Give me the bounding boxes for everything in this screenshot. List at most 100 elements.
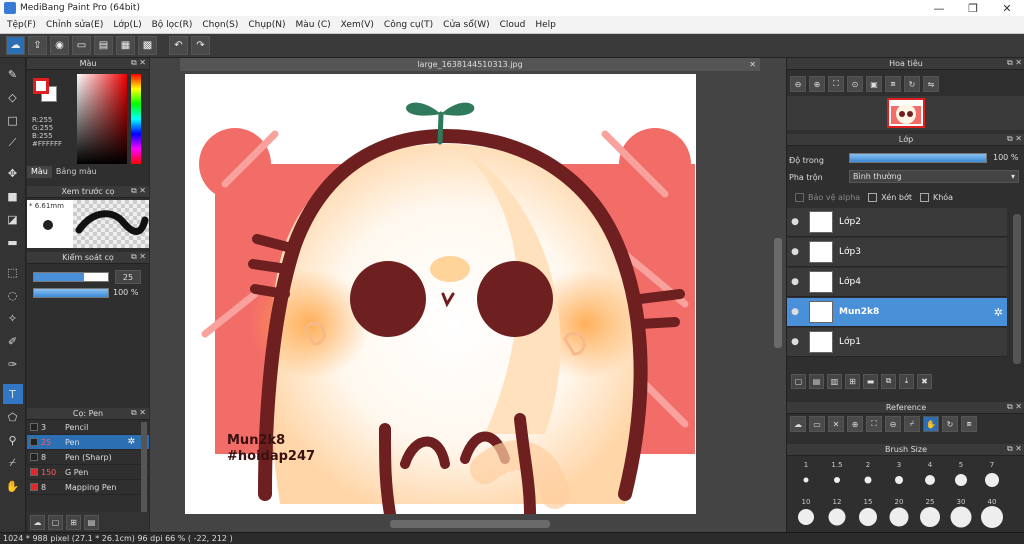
menu-snap[interactable]: Chụp(N) [243, 20, 290, 30]
delete-layer-icon[interactable]: ✖ [917, 373, 932, 389]
panel-close-icon[interactable]: ⧉ ✕ [1007, 134, 1022, 144]
brush-size-option[interactable]: 5 [946, 458, 976, 495]
close-icon[interactable]: ✕ [828, 416, 844, 432]
brush-size-option[interactable]: 10 [791, 495, 821, 532]
new-8bit-layer-icon[interactable]: ▥ [827, 373, 842, 389]
canvas-horizontal-scrollbar[interactable] [390, 520, 550, 528]
brush-item-mapping-pen[interactable]: 8 Mapping Pen [27, 480, 149, 495]
rect-tool-icon[interactable]: □ [3, 110, 23, 130]
comment-icon[interactable]: ▭ [72, 36, 91, 55]
canvas-vertical-scrollbar[interactable] [774, 238, 782, 348]
menu-window[interactable]: Cửa sổ(W) [438, 20, 494, 30]
zoom-in-icon[interactable]: ⊕ [847, 416, 863, 432]
menu-file[interactable]: Tệp(F) [2, 20, 41, 30]
menu-edit[interactable]: Chỉnh sửa(E) [41, 20, 108, 30]
close-button[interactable]: ✕ [990, 0, 1024, 16]
document-icon[interactable]: ▤ [94, 36, 113, 55]
select-pen-tool-icon[interactable]: ✐ [3, 331, 23, 351]
brush-item-pen-sharp[interactable]: 8 Pen (Sharp) [27, 450, 149, 465]
eraser-tool-icon[interactable]: ◇ [3, 87, 23, 107]
add-brush-icon[interactable]: ⊞ [66, 514, 81, 530]
visibility-icon[interactable]: ● [787, 277, 803, 287]
menu-color[interactable]: Màu (C) [291, 20, 336, 30]
menu-filter[interactable]: Bộ lọc(R) [147, 20, 198, 30]
actual-size-icon[interactable]: ▣ [866, 76, 882, 92]
move-tool-icon[interactable]: ✥ [3, 163, 23, 183]
grid-icon[interactable]: ▩ [138, 36, 157, 55]
undo-icon[interactable]: ↶ [169, 36, 188, 55]
panel-close-icon[interactable]: ⧉ ✕ [131, 408, 146, 418]
tab-palette[interactable]: Bảng màu [52, 166, 101, 178]
new-layer-icon[interactable]: ▢ [791, 373, 806, 389]
visibility-icon[interactable]: ● [787, 337, 803, 347]
layer-item[interactable]: ● Lớp1 [787, 328, 1007, 357]
navigator-thumbnail[interactable] [887, 98, 925, 128]
operation-tool-icon[interactable]: ⬠ [3, 407, 23, 427]
protect-alpha-checkbox[interactable] [795, 192, 804, 202]
brush-size-slider[interactable] [33, 272, 109, 282]
chat-icon[interactable]: ◉ [50, 36, 69, 55]
lock-checkbox[interactable] [919, 192, 929, 202]
menu-help[interactable]: Help [530, 20, 561, 30]
fill-rect-tool-icon[interactable]: ■ [3, 186, 23, 206]
layer-blend-select[interactable]: Bình thường ▾ [849, 170, 1019, 183]
flip-icon[interactable]: ⇋ [923, 76, 939, 92]
navigator-thumbnail-area[interactable] [787, 96, 1024, 130]
redo-icon[interactable]: ↷ [191, 36, 210, 55]
brush-size-option[interactable]: 15 [853, 495, 883, 532]
zoom-out-icon[interactable]: ⊖ [885, 416, 901, 432]
brush-size-option[interactable]: 2 [853, 458, 883, 495]
gear-icon[interactable]: ✲ [127, 437, 135, 447]
layer-item[interactable]: ● Lớp4 [787, 268, 1007, 297]
maximize-button[interactable]: ❐ [956, 0, 990, 16]
brush-size-option[interactable]: 25 [915, 495, 945, 532]
foreground-color-swatch[interactable] [33, 78, 49, 94]
fit-icon[interactable]: ⛶ [828, 76, 844, 92]
rotate-icon[interactable]: ↻ [942, 416, 958, 432]
panel-close-icon[interactable]: ⧉ ✕ [131, 252, 146, 262]
eyedropper-tool-icon[interactable]: ⌿ [3, 453, 23, 473]
brush-size-option[interactable]: 20 [884, 495, 914, 532]
menu-select[interactable]: Chọn(S) [197, 20, 243, 30]
layer-item[interactable]: ● Lớp3 [787, 238, 1007, 267]
saturation-value-picker[interactable] [77, 74, 127, 164]
panel-close-icon[interactable]: ⧉ ✕ [1007, 444, 1022, 454]
brush-size-option[interactable]: 40 [977, 495, 1007, 532]
menu-cloud[interactable]: Cloud [495, 20, 531, 30]
dot-tool-icon[interactable]: ⟋ [3, 133, 23, 153]
text-tool-icon[interactable]: T [2, 384, 23, 404]
brush-size-option[interactable]: 7 [977, 458, 1007, 495]
brush-item-pen[interactable]: 25 Pen ✲ [27, 435, 149, 450]
rotate-icon[interactable]: ↻ [904, 76, 920, 92]
fit-window-icon[interactable]: ⧈ [885, 76, 901, 92]
document-tab[interactable]: large_1638144510313.jpg ✕ [180, 58, 760, 71]
brush-size-option[interactable]: 1 [791, 458, 821, 495]
merge-layer-icon[interactable]: ⤓ [899, 373, 914, 389]
select-eraser-tool-icon[interactable]: ✑ [3, 354, 23, 374]
zoom-in-icon[interactable]: ⊕ [809, 76, 825, 92]
brush-size-value[interactable]: 25 [115, 270, 141, 284]
hand-tool-icon[interactable]: ✋ [3, 476, 23, 496]
zoom-out-icon[interactable]: ⊖ [790, 76, 806, 92]
brush-size-option[interactable]: 30 [946, 495, 976, 532]
layer-list-scrollbar[interactable] [1013, 214, 1021, 364]
panel-close-icon[interactable]: ⧉ ✕ [1007, 402, 1022, 412]
brush-item-g-pen[interactable]: 150 G Pen [27, 465, 149, 480]
layout-icon[interactable]: ▦ [116, 36, 135, 55]
visibility-icon[interactable]: ● [787, 217, 803, 227]
duplicate-layer-icon[interactable]: ⧉ [881, 373, 896, 389]
panel-close-icon[interactable]: ⧉ ✕ [131, 186, 146, 196]
brush-tool-icon[interactable]: ✎ [3, 64, 23, 84]
cloud-brush-icon[interactable]: ☁ [30, 514, 45, 530]
color-swatches[interactable] [31, 76, 59, 104]
cloud-icon[interactable]: ☁ [6, 36, 25, 55]
new-brush-icon[interactable]: ▢ [48, 514, 63, 530]
gear-icon[interactable]: ✲ [994, 306, 1003, 319]
visibility-icon[interactable]: ● [787, 247, 803, 257]
canvas-area[interactable]: large_1638144510313.jpg ✕ Mun2k8 #hoidap… [150, 58, 786, 532]
menu-layer[interactable]: Lớp(L) [108, 20, 146, 30]
brush-size-option[interactable]: 4 [915, 458, 945, 495]
select-tool-icon[interactable]: ⬚ [3, 262, 23, 282]
menu-tools[interactable]: Công cụ(T) [379, 20, 438, 30]
new-halftone-layer-icon[interactable]: ▤ [809, 373, 824, 389]
